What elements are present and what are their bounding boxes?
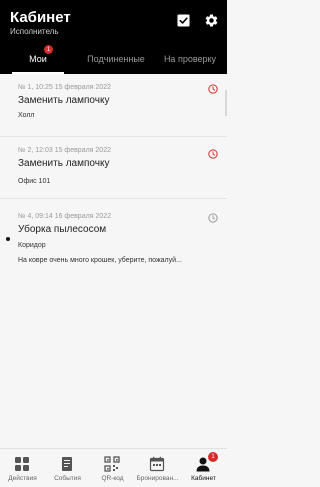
page-title: Кабинет [10, 9, 71, 26]
nav-events-label: События [54, 475, 81, 482]
checkbox-icon [176, 13, 190, 27]
nav-actions[interactable]: Действия [0, 449, 45, 487]
qr-code-icon [104, 456, 120, 472]
tab-bar: Мои 1 Подчиненные На проверку [0, 44, 227, 74]
nav-qr-code-label: QR-код [101, 475, 124, 482]
clock-icon [208, 213, 218, 223]
grid-icon [15, 457, 29, 471]
request-title: Заменить лампочку [18, 158, 110, 169]
request-location: Холл [18, 112, 35, 119]
request-card[interactable]: № 4, 09:14 16 февраля 2022 Уборка пылесо… [0, 213, 227, 271]
bottom-navigation: Действия События QR-код Бронирован... 1 … [0, 448, 227, 487]
request-description: На ковре очень много крошек, уберите, по… [18, 257, 182, 264]
checklist-button[interactable] [175, 12, 191, 28]
nav-bookings-label: Бронирован... [136, 475, 179, 482]
tab-mine-label: Мои [29, 54, 47, 64]
nav-bookings[interactable]: Бронирован... [135, 449, 180, 487]
clock-icon [208, 84, 218, 94]
scrollbar[interactable] [225, 90, 227, 116]
nav-cabinet-label: Кабинет [191, 475, 216, 482]
settings-button[interactable] [203, 12, 219, 28]
request-meta: № 2, 12:03 15 февраля 2022 [18, 147, 111, 154]
divider [0, 136, 227, 137]
tab-subordinates[interactable]: Подчиненные [78, 44, 154, 74]
calendar-icon [149, 456, 165, 472]
divider [0, 198, 227, 199]
request-meta: № 4, 09:14 16 февраля 2022 [18, 213, 111, 220]
app-header: Кабинет Исполнитель Мои 1 Подчиненные На… [0, 0, 227, 74]
page-subtitle: Исполнитель [10, 27, 59, 36]
request-title: Уборка пылесосом [18, 224, 107, 235]
unread-indicator [6, 237, 10, 241]
request-location: Офис 101 [18, 178, 51, 185]
gear-icon [205, 13, 217, 26]
tab-for-review-label: На проверку [163, 54, 217, 64]
tab-mine-badge: 1 [44, 45, 53, 54]
nav-actions-label: Действия [8, 475, 37, 482]
events-icon [62, 457, 72, 471]
clock-icon [208, 149, 218, 159]
active-tab-indicator [12, 72, 64, 74]
tab-subordinates-label: Подчиненные [87, 54, 145, 64]
nav-cabinet[interactable]: 1 Кабинет [181, 449, 226, 487]
nav-cabinet-badge: 1 [208, 452, 218, 462]
request-title: Заменить лампочку [18, 95, 110, 106]
request-meta: № 1, 10:25 15 февраля 2022 [18, 84, 111, 91]
tab-for-review[interactable]: На проверку [157, 44, 223, 74]
request-card[interactable]: № 2, 12:03 15 февраля 2022 Заменить ламп… [0, 147, 227, 189]
request-location: Коридор [18, 242, 46, 249]
tab-mine[interactable]: Мои 1 [12, 44, 64, 74]
nav-qr-code[interactable]: QR-код [90, 449, 135, 487]
request-card[interactable]: № 1, 10:25 15 февраля 2022 Заменить ламп… [0, 84, 227, 126]
nav-events[interactable]: События [45, 449, 90, 487]
